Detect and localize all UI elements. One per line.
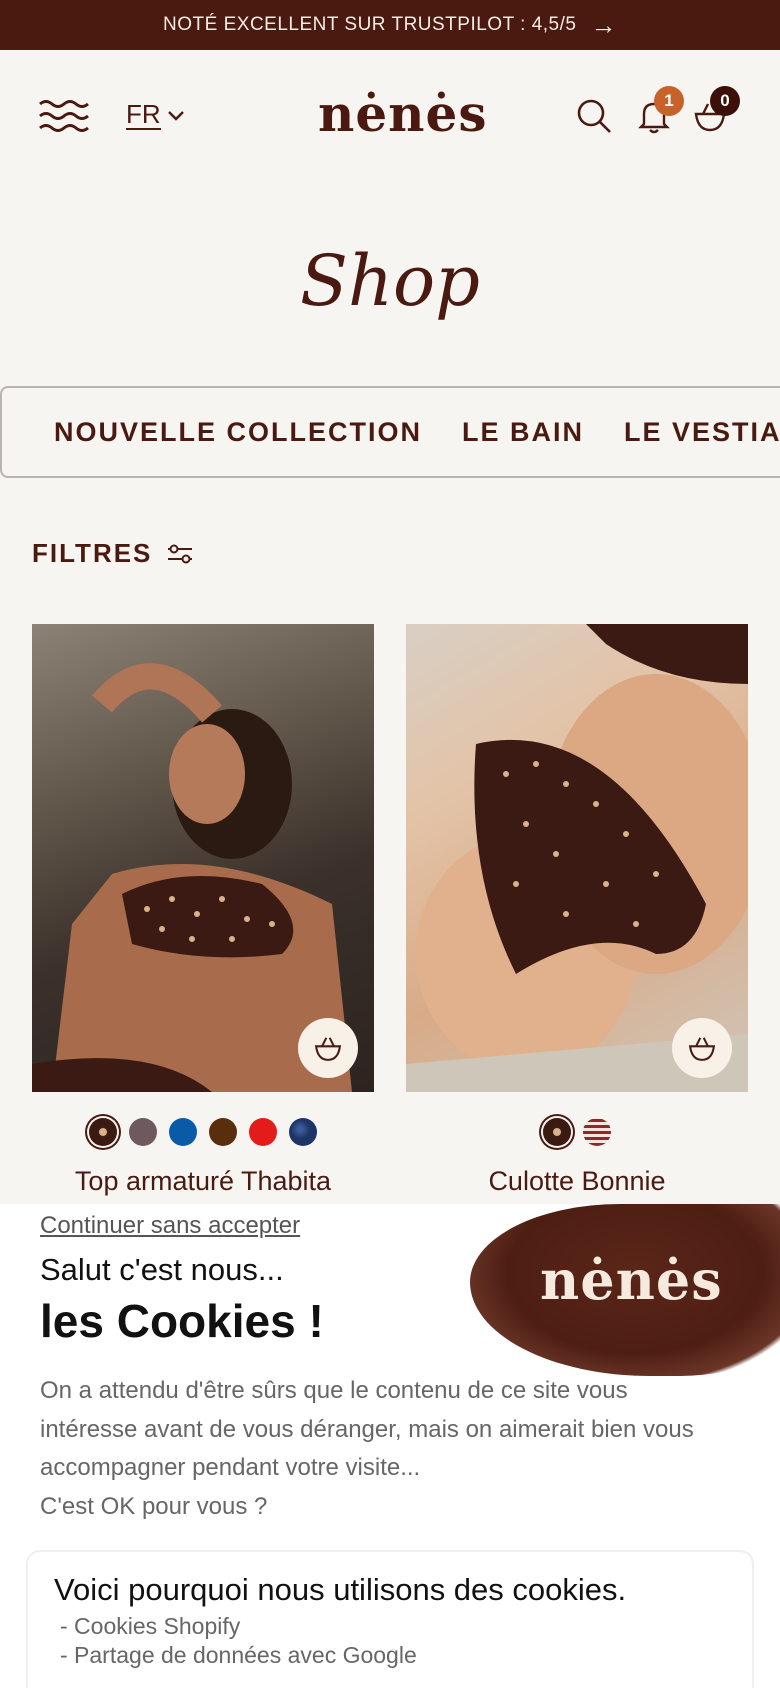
- cookie-banner: nėnės Continuer sans accepter Salut c'es…: [0, 1204, 780, 1688]
- swatch-red[interactable]: [249, 1118, 277, 1146]
- cookie-description-text: On a attendu d'être sûrs que le contenu …: [40, 1377, 694, 1481]
- swatch-blue[interactable]: [169, 1118, 197, 1146]
- cookie-banner-logo: nėnės: [540, 1248, 723, 1312]
- category-tab-le-bain[interactable]: LE BAIN: [462, 417, 584, 448]
- language-selector[interactable]: FR: [126, 100, 185, 130]
- cookie-reasons-title: Voici pourquoi nous utilisons des cookie…: [54, 1572, 627, 1607]
- announcement-text: NOTÉ EXCELLENT SUR TRUSTPILOT : 4,5/5: [163, 14, 577, 35]
- list-item: - Partage de données avec Google: [60, 1642, 417, 1668]
- swatch-navy-pattern[interactable]: [289, 1118, 317, 1146]
- cart-count-badge: 0: [710, 86, 740, 116]
- cookie-description: On a attendu d'être sûrs que le contenu …: [40, 1372, 720, 1526]
- category-nav: NOUVELLE COLLECTION LE BAIN LE VESTIAIRE: [0, 386, 780, 478]
- swatch-polka-dot[interactable]: [543, 1118, 571, 1146]
- color-swatches: [32, 1118, 374, 1146]
- cookie-greeting: Salut c'est nous...: [40, 1252, 284, 1287]
- basket-icon: [688, 1037, 716, 1061]
- swatch-gingham[interactable]: [583, 1118, 611, 1146]
- notification-count-badge: 1: [654, 86, 684, 116]
- category-tab-nouvelle-collection[interactable]: NOUVELLE COLLECTION: [54, 417, 422, 448]
- list-item: - Cookies Shopify: [60, 1613, 241, 1639]
- language-code: FR: [126, 99, 161, 130]
- product-name[interactable]: Top armaturé Thabita: [32, 1166, 374, 1197]
- site-header: FR nėnės 1 0: [0, 50, 780, 180]
- menu-icon[interactable]: [38, 96, 90, 136]
- chevron-down-icon: [167, 111, 184, 121]
- product-name[interactable]: Culotte Bonnie: [406, 1166, 748, 1197]
- cookie-reasons-list: - Cookies Shopify - Partage de données a…: [54, 1612, 726, 1670]
- swatch-taupe[interactable]: [129, 1118, 157, 1146]
- add-to-cart-button[interactable]: [298, 1018, 358, 1078]
- continue-without-accepting-link[interactable]: Continuer sans accepter: [40, 1212, 300, 1240]
- sliders-icon: [168, 544, 193, 563]
- swatch-brown[interactable]: [209, 1118, 237, 1146]
- cookie-headline: les Cookies !: [40, 1295, 324, 1347]
- product-card[interactable]: Culotte Bonnie: [406, 624, 748, 1197]
- product-card[interactable]: Top armaturé Thabita: [32, 624, 374, 1197]
- announcement-bar[interactable]: NOTÉ EXCELLENT SUR TRUSTPILOT : 4,5/5 →: [0, 0, 780, 50]
- category-tab-le-vestiaire[interactable]: LE VESTIAIRE: [624, 417, 780, 448]
- arrow-right-icon: →: [590, 10, 617, 40]
- swatch-polka-dot[interactable]: [89, 1118, 117, 1146]
- page-title: Shop: [300, 240, 480, 322]
- basket-icon: [314, 1037, 342, 1061]
- cookie-question: C'est OK pour vous ?: [40, 1492, 268, 1520]
- filters-label: FILTRES: [32, 538, 153, 568]
- product-image[interactable]: [406, 624, 748, 1092]
- color-swatches: [406, 1118, 748, 1146]
- brand-logo[interactable]: nėnės: [318, 84, 487, 143]
- cookie-reasons-panel: Voici pourquoi nous utilisons des cookie…: [26, 1550, 754, 1688]
- filters-button[interactable]: FILTRES: [32, 538, 194, 569]
- search-icon[interactable]: [574, 96, 614, 136]
- product-image[interactable]: [32, 624, 374, 1092]
- add-to-cart-button[interactable]: [672, 1018, 732, 1078]
